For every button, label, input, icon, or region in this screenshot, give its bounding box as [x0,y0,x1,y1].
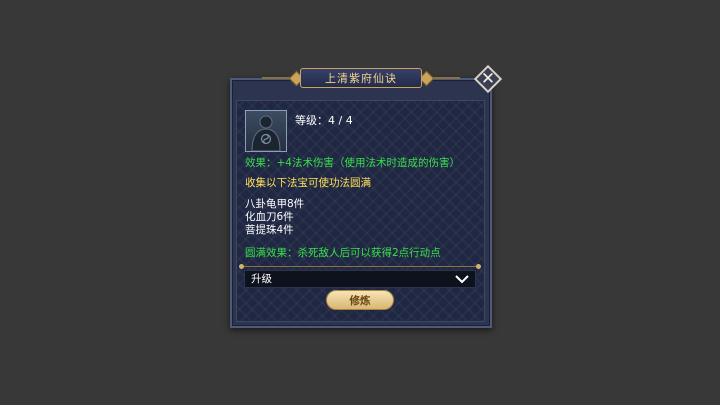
required-item: 八卦龟甲8件 [245,198,305,210]
upgrade-dropdown[interactable]: 升级 [244,270,476,288]
game-screen: 上清紫府仙诀 ✕ 等级：4 / 4 效果：+4法术伤害（使用法术时造成的伤害） … [0,0,720,405]
divider [242,266,478,267]
cultivate-button-label: 修炼 [349,294,371,307]
cultivate-button[interactable]: 修炼 [326,290,394,310]
upgrade-dropdown-label: 升级 [251,273,272,285]
skill-effect: 效果：+4法术伤害（使用法术时造成的伤害） [245,157,460,169]
cultivator-silhouette-icon [245,110,287,152]
required-item: 化血刀6件 [245,211,294,223]
collect-hint: 收集以下法宝可使功法圆满 [245,177,371,189]
divider-right-dot [476,264,481,269]
full-effect: 圆满效果：杀死敌人后可以获得2点行动点 [245,247,441,259]
dialog-title: 上清紫府仙诀 [325,72,397,85]
dialog-title-bar: 上清紫府仙诀 [300,68,422,88]
skill-level: 等级：4 / 4 [295,114,353,127]
divider-left-dot [239,264,244,269]
required-item: 菩提珠4件 [245,224,294,236]
chevron-down-icon [455,275,469,284]
